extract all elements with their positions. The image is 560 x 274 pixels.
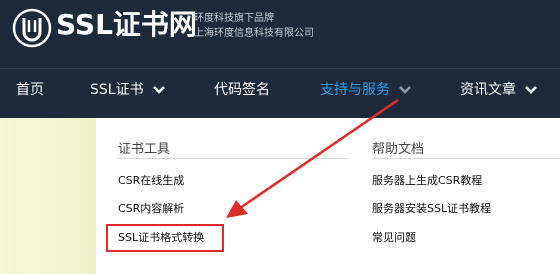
nav-item-label: SSL证书 [90,82,144,98]
nav-item-support[interactable]: 支持与服务 [320,79,412,101]
chevron-down-icon [525,86,537,94]
nav-item-home[interactable]: 首页 [16,79,44,101]
link-faq[interactable]: 常见问题 [372,229,416,245]
brand-name[interactable]: SSL证书网 [56,8,197,42]
link-csr-decode[interactable]: CSR内容解析 [118,200,184,216]
site-header: SSL证书网 环度科技旗下品牌 上海环度信息科技有限公司 首页 SSL证书 代码… [0,0,560,118]
nav-item-label: 资讯文章 [460,82,516,98]
chevron-down-icon [399,86,411,94]
tagline-line-1: 环度科技旗下品牌 [194,13,274,24]
page-background-panel [0,118,96,274]
tagline-line-2: 上海环度信息科技有限公司 [194,28,314,39]
column-title-docs: 帮助文档 [372,142,425,157]
link-csr-generate[interactable]: CSR在线生成 [118,172,184,188]
column-title-tools: 证书工具 [118,142,171,157]
divider [372,158,560,159]
shield-logo-icon[interactable] [12,8,52,48]
nav-item-label: 代码签名 [214,82,270,98]
divider [118,158,348,159]
main-nav: 首页 SSL证书 代码签名 支持与服务 资讯文章 [0,68,560,109]
nav-item-label: 首页 [16,82,44,98]
nav-item-ssl[interactable]: SSL证书 [90,79,166,101]
nav-item-news[interactable]: 资讯文章 [460,79,538,101]
link-server-csr-tutorial[interactable]: 服务器上生成CSR教程 [372,172,482,188]
nav-item-label: 支持与服务 [320,82,390,98]
link-server-install-tutorial[interactable]: 服务器安装SSL证书教程 [372,200,491,216]
nav-item-code-signing[interactable]: 代码签名 [214,79,270,101]
brand-tagline: 环度科技旗下品牌 上海环度信息科技有限公司 [194,11,314,41]
chevron-down-icon [152,86,165,94]
annotation-highlight-box [106,224,224,252]
